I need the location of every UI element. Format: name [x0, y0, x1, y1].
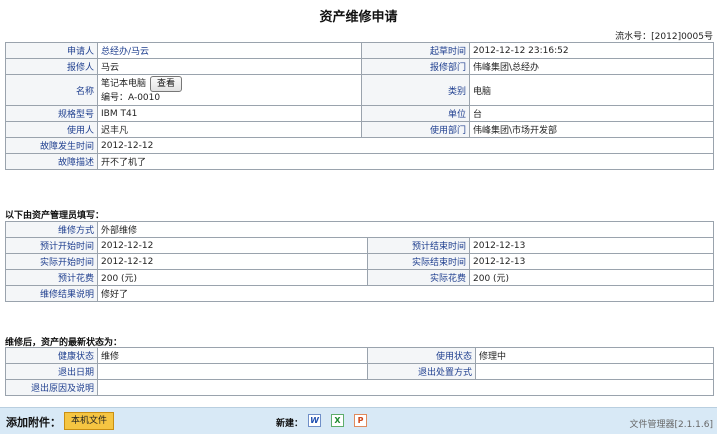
local-file-button[interactable]: 本机文件 — [64, 412, 114, 430]
fault-time-label: 故障发生时间 — [5, 137, 98, 154]
attachment-bar: 添加附件： 本机文件 新建： W X P 文件管理器[2.1.1.6] — [0, 407, 717, 434]
name-label: 名称 — [5, 74, 98, 106]
plan-cost-label: 预计花费 — [5, 269, 98, 286]
serial-label: 流水号： — [615, 32, 652, 42]
health-value: 维修 — [97, 347, 368, 364]
actual-cost-value: 200 (元) — [468, 269, 715, 286]
category-value: 电脑 — [469, 74, 714, 106]
asset-code: 编号：A-0010 — [101, 92, 161, 103]
method-value: 外部维修 — [96, 221, 715, 238]
exit-reason-value — [97, 379, 714, 396]
report-dept-label: 报修部门 — [361, 58, 470, 75]
user-label: 使用人 — [5, 121, 98, 138]
exit-date-label: 退出日期 — [5, 363, 98, 380]
exit-method-value — [475, 363, 714, 380]
user-value: 迟丰凡 — [97, 121, 362, 138]
fault-desc-value: 开不了机了 — [97, 153, 714, 170]
result-label: 维修结果说明 — [5, 285, 98, 302]
exit-reason-label: 退出原因及说明 — [5, 379, 98, 396]
status-table: 健康状态 维修 使用状态 修理中 退出日期 退出处置方式 退出原因及说明 — [5, 347, 714, 396]
admin-section-title: 以下由资产管理员填写： — [5, 211, 105, 221]
model-label: 规格型号 — [5, 105, 98, 122]
page-title: 资产维修申请 — [319, 10, 398, 25]
use-dept-value: 伟峰集团\市场开发部 — [469, 121, 714, 138]
admin-table: 维修方式 外部维修 预计开始时间 2012-12-12 预计结束时间 2012-… — [5, 221, 715, 302]
draft-time-value: 2012-12-12 23:16:52 — [469, 42, 714, 59]
new-label: 新建： — [276, 419, 304, 429]
use-dept-label: 使用部门 — [361, 121, 470, 138]
excel-icon[interactable]: X — [331, 414, 344, 427]
actual-end-value: 2012-12-13 — [468, 253, 715, 270]
applicant-link[interactable]: 总经办/马云 — [101, 47, 149, 57]
view-button[interactable]: 查看 — [150, 75, 183, 92]
asset-name: 笔记本电脑 — [101, 78, 147, 89]
result-value: 修好了 — [96, 285, 715, 302]
use-status-value: 修理中 — [475, 347, 714, 364]
report-dept-value: 伟峰集团\总经办 — [469, 58, 714, 75]
attach-label: 添加附件： — [6, 416, 61, 429]
unit-value: 台 — [469, 105, 714, 122]
exit-method-label: 退出处置方式 — [367, 363, 476, 380]
plan-cost-value: 200 (元) — [97, 269, 368, 286]
basic-info-table: 申请人 总经办/马云 起草时间 2012-12-12 23:16:52 报修人 … — [5, 42, 714, 170]
fault-desc-label: 故障描述 — [5, 153, 98, 170]
word-icon[interactable]: W — [308, 414, 321, 427]
plan-start-value: 2012-12-12 — [97, 237, 368, 254]
draft-time-label: 起草时间 — [361, 42, 470, 59]
powerpoint-icon[interactable]: P — [354, 414, 367, 427]
fault-time-value: 2012-12-12 — [97, 137, 714, 154]
applicant-cell: 总经办/马云 — [97, 42, 362, 59]
serial-value: [2012]0005号 — [651, 32, 713, 42]
plan-start-label: 预计开始时间 — [5, 237, 98, 254]
actual-start-value: 2012-12-12 — [97, 253, 368, 270]
plan-end-label: 预计结束时间 — [367, 237, 470, 254]
unit-label: 单位 — [361, 105, 470, 122]
applicant-label: 申请人 — [5, 42, 98, 59]
exit-date-value — [97, 363, 368, 380]
health-label: 健康状态 — [5, 347, 98, 364]
actual-start-label: 实际开始时间 — [5, 253, 98, 270]
actual-end-label: 实际结束时间 — [367, 253, 470, 270]
plan-end-value: 2012-12-13 — [468, 237, 715, 254]
serial-number: 流水号：[2012]0005号 — [615, 29, 713, 42]
category-label: 类别 — [361, 74, 470, 106]
name-cell: 笔记本电脑 查看 编号：A-0010 — [97, 74, 362, 106]
file-manager-link[interactable]: 文件管理器[2.1.1.6] — [629, 417, 713, 430]
model-value: IBM T41 — [97, 105, 362, 122]
method-label: 维修方式 — [5, 221, 98, 238]
reporter-value: 马云 — [97, 58, 362, 75]
reporter-label: 报修人 — [5, 58, 98, 75]
use-status-label: 使用状态 — [367, 347, 476, 364]
actual-cost-label: 实际花费 — [367, 269, 470, 286]
